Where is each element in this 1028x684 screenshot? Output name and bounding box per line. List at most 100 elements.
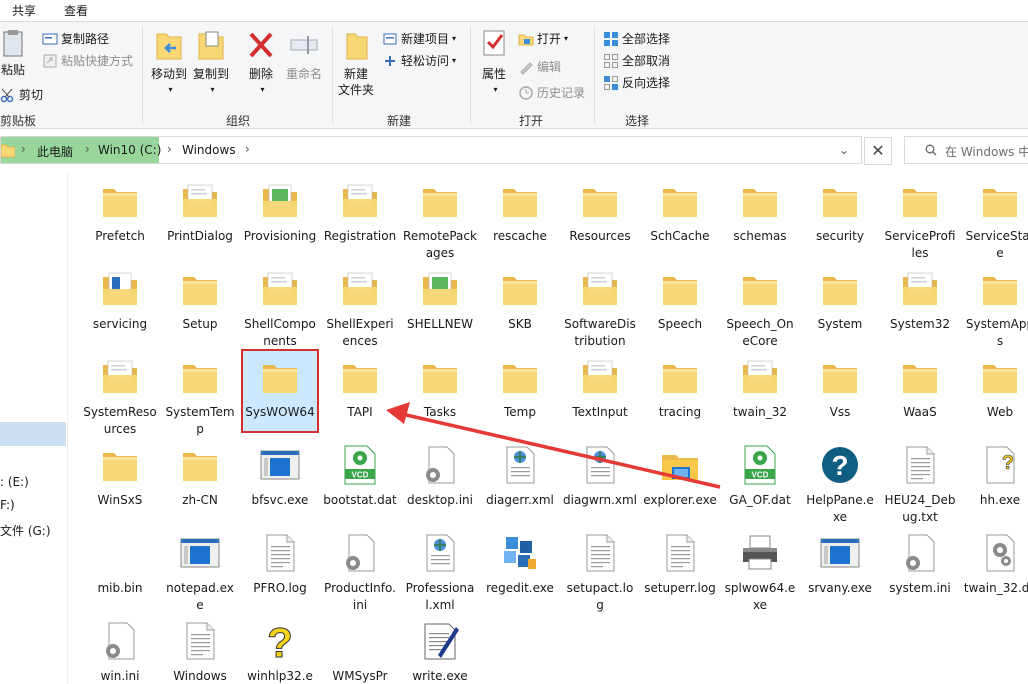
- nav-selected-item[interactable]: [0, 422, 66, 446]
- file-item[interactable]: rescache: [481, 173, 559, 257]
- file-item[interactable]: bfsvc.exe: [241, 437, 319, 521]
- file-item[interactable]: zh-CN: [161, 437, 239, 521]
- invert-selection-button[interactable]: 反向选择: [603, 74, 670, 91]
- file-item[interactable]: tracing: [641, 349, 719, 433]
- file-item[interactable]: explorer.exe: [641, 437, 719, 521]
- file-item[interactable]: splwow64.exe: [721, 525, 799, 612]
- file-item[interactable]: Registration: [321, 173, 399, 257]
- file-item[interactable]: Speech_OneCore: [721, 261, 799, 348]
- file-item[interactable]: twain_32.dll: [961, 525, 1028, 609]
- file-item[interactable]: twain_32: [721, 349, 799, 433]
- file-item[interactable]: bootstat.dat: [321, 437, 399, 521]
- file-item[interactable]: Resources: [561, 173, 639, 257]
- file-name: RemotePackages: [403, 229, 477, 260]
- file-item[interactable]: SchCache: [641, 173, 719, 257]
- delete-button[interactable]: 删除 ▾: [240, 28, 282, 98]
- file-item[interactable]: WinSxS: [81, 437, 159, 521]
- file-item[interactable]: Setup: [161, 261, 239, 345]
- file-item[interactable]: System: [801, 261, 879, 345]
- close-icon[interactable]: ✕: [864, 137, 892, 165]
- file-item[interactable]: WaaS: [881, 349, 959, 433]
- file-item-selected[interactable]: SysWOW64: [241, 349, 319, 433]
- address-history-chevron-icon[interactable]: ⌄: [839, 143, 849, 157]
- rename-button[interactable]: 重命名: [282, 28, 326, 82]
- file-item[interactable]: ShellComponents: [241, 261, 319, 348]
- file-item[interactable]: hh.exe: [961, 437, 1028, 521]
- file-item[interactable]: Professional.xml: [401, 525, 479, 612]
- file-item[interactable]: win.ini: [81, 613, 159, 684]
- new-item-button[interactable]: 新建项目 ▾: [382, 30, 456, 47]
- file-item[interactable]: PrintDialog: [161, 173, 239, 257]
- file-item[interactable]: TextInput: [561, 349, 639, 433]
- move-to-button[interactable]: 移动到 ▾: [148, 28, 190, 98]
- open-group-label: 打开: [518, 114, 543, 128]
- file-item[interactable]: notepad.exe: [161, 525, 239, 612]
- file-item[interactable]: Temp: [481, 349, 559, 433]
- file-item[interactable]: diagerr.xml: [481, 437, 559, 521]
- nav-item-drive-g[interactable]: 文件 (G:): [0, 522, 51, 539]
- file-item[interactable]: WMSysPr: [321, 613, 399, 684]
- file-item[interactable]: HelpPane.exe: [801, 437, 879, 524]
- file-item[interactable]: schemas: [721, 173, 799, 257]
- file-item[interactable]: diagwrn.xml: [561, 437, 639, 521]
- file-item[interactable]: SoftwareDistribution: [561, 261, 639, 348]
- new-folder-button[interactable]: 新建 文件夹: [334, 28, 378, 98]
- file-item[interactable]: srvany.exe: [801, 525, 879, 609]
- file-item[interactable]: regedit.exe: [481, 525, 559, 609]
- file-item[interactable]: Web: [961, 349, 1028, 433]
- copy-to-button[interactable]: 复制到 ▾: [190, 28, 232, 98]
- file-item[interactable]: Windows: [161, 613, 239, 684]
- file-item[interactable]: TAPI: [321, 349, 399, 433]
- file-item[interactable]: setupact.log: [561, 525, 639, 612]
- file-item[interactable]: Vss: [801, 349, 879, 433]
- file-item[interactable]: ServiceState: [961, 173, 1028, 260]
- nav-item-drive-e[interactable]: : (E:): [0, 475, 29, 489]
- file-item[interactable]: SKB: [481, 261, 559, 345]
- paste-button[interactable]: 粘贴: [0, 28, 26, 78]
- file-item[interactable]: PFRO.log: [241, 525, 319, 609]
- file-item[interactable]: setuperr.log: [641, 525, 719, 609]
- file-item[interactable]: RemotePackages: [401, 173, 479, 260]
- file-item[interactable]: security: [801, 173, 879, 257]
- tab-view[interactable]: 查看: [64, 2, 88, 19]
- file-item[interactable]: SystemApps: [961, 261, 1028, 348]
- file-item[interactable]: Prefetch: [81, 173, 159, 257]
- file-item[interactable]: SHELLNEW: [401, 261, 479, 345]
- tab-share[interactable]: 共享: [12, 2, 36, 19]
- copy-path-button[interactable]: 复制路径: [42, 30, 109, 47]
- file-item[interactable]: SystemResources: [81, 349, 159, 436]
- search-input[interactable]: 在 Windows 中: [904, 136, 1028, 164]
- select-all-button[interactable]: 全部选择: [603, 30, 670, 47]
- cut-button[interactable]: 剪切: [0, 86, 43, 103]
- select-none-button[interactable]: 全部取消: [603, 52, 670, 69]
- properties-button[interactable]: 属性 ▾: [476, 28, 512, 98]
- file-item[interactable]: servicing: [81, 261, 159, 345]
- address-bar[interactable]: › 此电脑 › Win10 (C:) › Windows › ⌄: [0, 136, 862, 164]
- file-item[interactable]: Tasks: [401, 349, 479, 433]
- file-item[interactable]: winhlp32.e: [241, 613, 319, 684]
- breadcrumb-windows[interactable]: Windows: [182, 143, 236, 157]
- file-item[interactable]: HEU24_Debug.txt: [881, 437, 959, 524]
- breadcrumb-drive-c[interactable]: Win10 (C:): [98, 143, 161, 157]
- file-item[interactable]: ServiceProfiles: [881, 173, 959, 260]
- file-name: Prefetch: [95, 229, 145, 243]
- folder-doc-icon: [180, 181, 220, 221]
- file-item[interactable]: SystemTemp: [161, 349, 239, 436]
- file-item[interactable]: Speech: [641, 261, 719, 345]
- file-item[interactable]: write.exe: [401, 613, 479, 684]
- edit-button[interactable]: 编辑: [518, 58, 561, 75]
- file-item[interactable]: System32: [881, 261, 959, 345]
- file-item[interactable]: ShellExperiences: [321, 261, 399, 348]
- file-item[interactable]: GA_OF.dat: [721, 437, 799, 521]
- nav-item-drive-f[interactable]: F:): [0, 498, 15, 512]
- file-item[interactable]: desktop.ini: [401, 437, 479, 521]
- easy-access-button[interactable]: 轻松访问 ▾: [382, 52, 456, 69]
- history-button[interactable]: 历史记录: [518, 84, 585, 101]
- breadcrumb-this-pc[interactable]: 此电脑: [37, 143, 73, 160]
- open-button[interactable]: 打开 ▾: [518, 30, 568, 47]
- file-item[interactable]: Provisioning: [241, 173, 319, 257]
- file-item[interactable]: mib.bin: [81, 525, 159, 609]
- paste-shortcut-button[interactable]: 粘贴快捷方式: [42, 52, 133, 69]
- file-item[interactable]: system.ini: [881, 525, 959, 609]
- file-item[interactable]: ProductInfo.ini: [321, 525, 399, 612]
